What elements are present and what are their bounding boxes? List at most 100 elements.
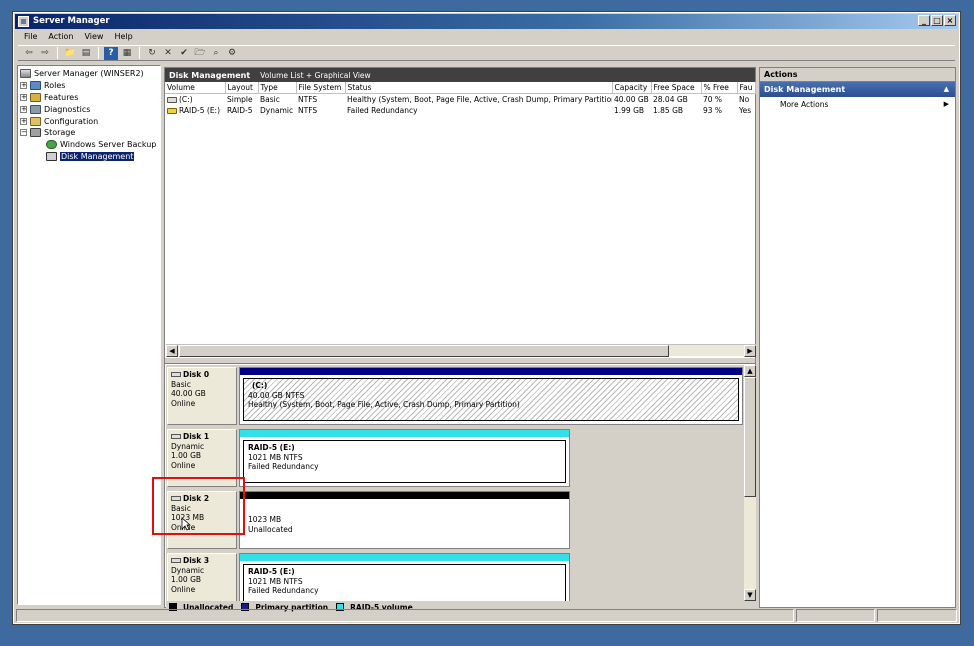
back-arrow-icon[interactable]: ⇦ [22, 47, 36, 60]
horizontal-scrollbar[interactable]: ◀ ▶ [166, 344, 756, 357]
tree-item-features[interactable]: + Features [20, 92, 160, 104]
refresh-icon[interactable]: ↻ [145, 47, 159, 60]
disk-icon [171, 372, 181, 378]
search-icon[interactable]: ⌕ [209, 47, 223, 60]
unallocated-bar [240, 492, 569, 499]
primary-partition-bar [240, 368, 742, 375]
tree-item-label: Windows Server Backup [60, 140, 157, 150]
scroll-right-icon[interactable]: ▶ [744, 345, 756, 357]
disk-row-2: Disk 2 Basic 1023 MB Online 1023 MB Unal… [166, 491, 744, 551]
minimize-button[interactable]: _ [918, 15, 930, 26]
up-folder-icon[interactable]: 📁 [63, 47, 77, 60]
console-tree: Server Manager (WINSER2) + Roles + Featu… [17, 65, 161, 605]
menu-view[interactable]: View [84, 30, 103, 43]
table-cell: Dynamic [260, 105, 294, 115]
collapse-up-icon[interactable]: ▲ [944, 82, 949, 97]
table-cell: 1.85 GB [653, 105, 684, 115]
table-cell: Yes [739, 105, 752, 115]
tree-item-roles[interactable]: + Roles [20, 80, 160, 92]
expand-icon[interactable]: + [20, 105, 27, 113]
tree-item-label: Diagnostics [44, 104, 91, 114]
window-title: Server Manager [33, 16, 110, 26]
delete-icon[interactable]: ✕ [161, 47, 175, 60]
expand-icon[interactable]: + [20, 93, 27, 101]
open-folder-icon[interactable]: 🗁 [193, 47, 207, 60]
vertical-scrollbar[interactable]: ▲ ▼ [744, 365, 756, 601]
table-cell: 70 % [703, 94, 723, 104]
column-header-status[interactable]: Status [345, 82, 613, 94]
column-header-free-space[interactable]: Free Space [651, 82, 702, 94]
tree-item-label: Disk Management [60, 151, 135, 161]
configuration-icon [30, 116, 41, 126]
forward-arrow-icon[interactable]: ⇨ [38, 47, 52, 60]
tree-item-label: Storage [44, 128, 76, 138]
partition-unallocated[interactable]: 1023 MB Unallocated [239, 491, 570, 549]
disk-management-icon [46, 151, 57, 161]
warning-volume-icon [167, 107, 177, 114]
storage-icon [30, 128, 41, 138]
table-row[interactable]: RAID-5 (E:) RAID-5 Dynamic NTFS Failed R… [165, 105, 755, 117]
table-row[interactable]: (C:) Simple Basic NTFS Healthy (System, … [165, 93, 755, 105]
raid5-volume-bar [240, 554, 569, 561]
disk-row-3: Disk 3 Dynamic 1.00 GB Online RAID-5 (E:… [166, 553, 744, 601]
partition-c[interactable]: (C:) 40.00 GB NTFS Healthy (System, Boot… [239, 367, 743, 425]
table-cell: RAID-5 (E:) [179, 105, 221, 115]
column-header-capacity[interactable]: Capacity [612, 82, 652, 94]
scroll-up-icon[interactable]: ▲ [744, 365, 756, 377]
pane-splitter[interactable] [165, 358, 755, 364]
disk-settings-icon[interactable]: ⚙ [225, 47, 239, 60]
disk-label[interactable]: Disk 3 Dynamic 1.00 GB Online [167, 553, 237, 601]
disk-label[interactable]: Disk 0 Basic 40.00 GB Online [167, 367, 237, 425]
column-header-volume[interactable]: Volume [165, 82, 226, 94]
table-cell: Healthy (System, Boot, Page File, Active… [347, 94, 612, 104]
horizontal-scroll-thumb[interactable] [179, 345, 669, 357]
tree-item-server-manager[interactable]: Server Manager (WINSER2) [20, 68, 160, 80]
check-icon[interactable]: ✔ [177, 47, 191, 60]
features-icon [30, 92, 41, 102]
tree-item-label: Features [44, 92, 79, 102]
column-header-type[interactable]: Type [258, 82, 297, 94]
expand-icon[interactable]: + [20, 117, 27, 125]
help-icon[interactable]: ? [104, 46, 118, 60]
tree-item-windows-server-backup[interactable]: Windows Server Backup [20, 139, 160, 151]
diagnostics-icon [30, 104, 41, 114]
table-cell: Simple [227, 94, 253, 104]
tree-item-storage[interactable]: − Storage [20, 127, 160, 139]
title-bar[interactable]: Server Manager _ □ × [15, 14, 958, 29]
properties-icon[interactable]: ▦ [120, 47, 134, 60]
volume-icon [167, 96, 177, 103]
tree-item-label: Roles [44, 81, 66, 91]
server-icon [20, 69, 31, 79]
column-header-percent-free[interactable]: % Free [701, 82, 738, 94]
show-hide-tree-icon[interactable]: ▤ [79, 47, 93, 60]
column-header-file-system[interactable]: File System [296, 82, 346, 94]
pane-title: Disk Management [169, 70, 251, 80]
menu-action[interactable]: Action [48, 30, 73, 43]
close-button[interactable]: × [944, 15, 956, 26]
roles-icon [30, 81, 41, 91]
action-more-actions[interactable]: More Actions ▶ [760, 97, 955, 112]
menu-bar: File Action View Help [18, 30, 133, 43]
scroll-down-icon[interactable]: ▼ [744, 589, 756, 601]
table-cell: 28.04 GB [653, 94, 688, 104]
partition-raid5-disk3[interactable]: RAID-5 (E:) 1021 MB NTFS Failed Redundan… [239, 553, 570, 601]
partition-raid5-disk1[interactable]: RAID-5 (E:) 1021 MB NTFS Failed Redundan… [239, 429, 570, 487]
column-header-fault-tolerance[interactable]: Fau [737, 82, 756, 94]
actions-pane: Actions Disk Management ▲ More Actions ▶ [759, 67, 956, 608]
table-cell: Failed Redundancy [347, 105, 418, 115]
menu-file[interactable]: File [24, 30, 37, 43]
vertical-scroll-thumb[interactable] [744, 377, 756, 497]
column-header-layout[interactable]: Layout [225, 82, 259, 94]
menu-help[interactable]: Help [114, 30, 132, 43]
collapse-icon[interactable]: − [20, 129, 27, 137]
maximize-button[interactable]: □ [931, 15, 943, 26]
table-cell: 1.99 GB [614, 105, 645, 115]
tree-item-configuration[interactable]: + Configuration [20, 115, 160, 127]
expand-icon[interactable]: + [20, 82, 27, 90]
scroll-left-icon[interactable]: ◀ [166, 345, 178, 357]
actions-section-disk-management[interactable]: Disk Management ▲ [760, 82, 955, 97]
submenu-arrow-icon: ▶ [943, 100, 949, 108]
tree-item-disk-management[interactable]: Disk Management [20, 151, 160, 163]
tree-item-diagnostics[interactable]: + Diagnostics [20, 103, 160, 115]
status-bar [16, 609, 957, 622]
